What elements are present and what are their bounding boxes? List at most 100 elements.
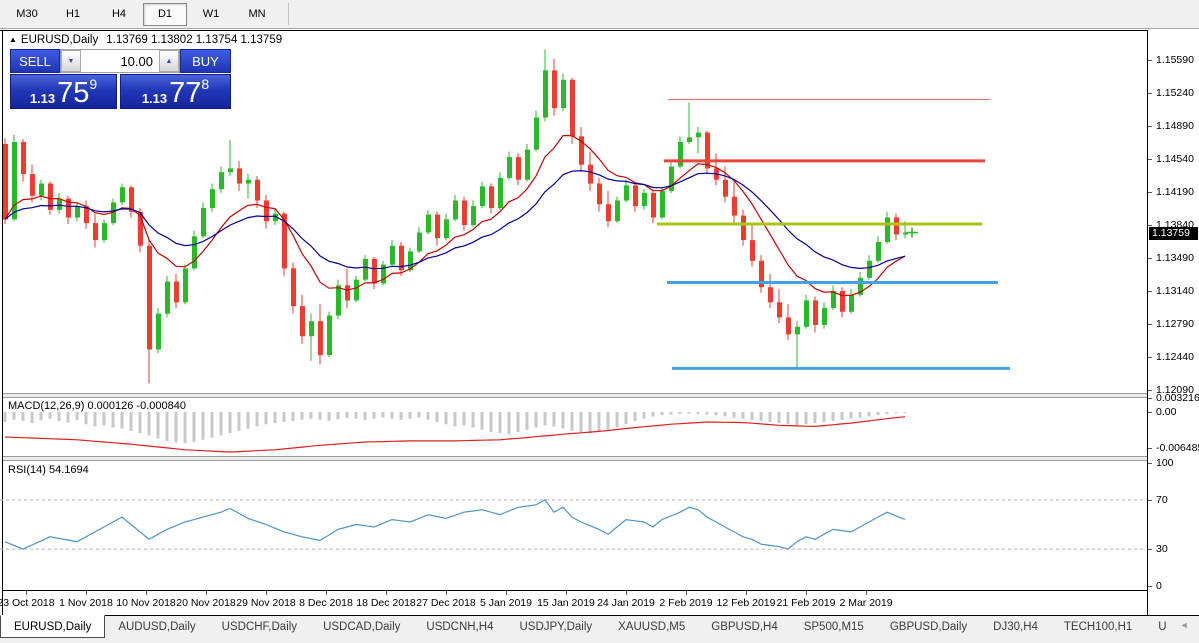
axis-tick-mark [1148,389,1152,391]
axis-tick-mark [1148,356,1152,358]
period-button-w1[interactable]: W1 [189,3,233,26]
period-button-mn[interactable]: MN [235,3,279,26]
axis-tick-mark [1148,258,1152,259]
axis-tick-mark [1148,586,1152,587]
volume-input[interactable] [81,50,159,72]
volume-decrease-icon[interactable]: ▼ [61,50,81,72]
date-axis-label: 21 Feb 2019 [776,597,836,609]
date-tick-mark [446,591,447,595]
chart-tab-sp500-m15[interactable]: SP500,M15 [791,616,877,638]
date-tick-mark [26,591,27,595]
period-button-h1[interactable]: H1 [51,3,95,26]
price-axis-label: 1.12440 [1156,350,1194,363]
date-tick-mark [86,591,87,595]
chart-tab-eurusd-daily[interactable]: EURUSD,Daily [0,615,106,638]
volume-increase-icon[interactable]: ▲ [159,50,179,72]
current-price-badge: 1.13759 [1149,226,1198,240]
date-axis-label: 1 Nov 2018 [59,597,113,609]
date-axis-label: 12 Feb 2019 [716,597,776,609]
macd-axis-label: 0.003216 [1156,391,1199,404]
buy-price-tile[interactable]: 1.13 77 8 [120,74,231,109]
date-tick-mark [506,591,507,595]
chart-tab-usdcnh-h4[interactable]: USDCNH,H4 [413,616,506,638]
chart-tab-u[interactable]: U [1145,616,1179,638]
chart-tab-xauusd-m5[interactable]: XAUUSD,M5 [605,616,698,638]
date-axis-label: 20 Nov 2018 [176,597,236,609]
axis-tick-mark [1148,159,1152,160]
axis-tick-mark [1148,499,1152,501]
rsi-indicator-label: RSI(14) 54.1694 [8,464,89,476]
period-button-group: M30 H1 H4 D1 W1 MN [5,2,281,26]
period-toolbar: M30 H1 H4 D1 W1 MN [0,0,1199,29]
price-axis-label: 1.12790 [1156,318,1194,330]
chart-tab-gbpusd-daily[interactable]: GBPUSD,Daily [877,616,980,638]
collapse-panel-icon[interactable]: ▲ [9,35,17,44]
date-axis-label: 24 Jan 2019 [597,597,655,609]
trading-terminal: M30 H1 H4 D1 W1 MN ▲ EURUSD,Daily 1.13769 1.138… [0,0,1199,643]
volume-stepper: ▼ ▲ [60,49,180,73]
axis-tick-mark [1148,93,1152,94]
buy-button[interactable]: BUY [180,49,231,73]
macd-axis-label: -0.006485 [1156,442,1199,455]
date-axis[interactable]: 23 Oct 2018 1 Nov 2018 10 Nov 2018 20 Nov 2… [0,591,1147,614]
axis-tick-mark [1148,60,1152,61]
rsi-axis-label: 0 [1156,580,1162,592]
chart-symbol-label: EURUSD,Daily [20,34,99,46]
date-tick-mark [746,591,747,595]
rsi-axis-label: 30 [1156,543,1168,556]
chart-tab-bar: EURUSD,Daily AUDUSD,Daily USDCHF,Daily USDC… [0,615,1199,643]
date-axis-label: 2 Feb 2019 [659,597,713,609]
price-axis-label: 1.14540 [1156,153,1194,165]
date-tick-mark [146,591,147,595]
price-axis-label: 1.14190 [1156,186,1194,198]
period-button-d1[interactable]: D1 [143,2,187,26]
price-axis-label: 1.13490 [1156,252,1194,264]
axis-tick-mark [1148,397,1152,399]
axis-tick-mark [1148,448,1152,450]
date-tick-mark [206,591,207,595]
price-axis-label: 1.13140 [1156,284,1194,297]
chart-tab-usdcad-daily[interactable]: USDCAD,Daily [310,616,413,638]
macd-axis-label: 0.00 [1156,406,1177,418]
rsi-axis-label: 70 [1156,493,1168,506]
axis-tick-mark [1148,126,1152,127]
tab-scroll-arrows: ◄► [1180,616,1199,630]
trade-price-tiles: 1.13 75 9 1.13 77 8 [10,74,231,109]
macd-indicator-label: MACD(12,26,9) 0.000126 -0.000840 [8,400,186,412]
axis-tick-mark [1148,192,1152,193]
chart-tab-tech100-h1[interactable]: TECH100,H1 [1051,616,1145,638]
buy-price-prefix: 1.13 [141,91,168,106]
chart-tab-usdjpy-daily[interactable]: USDJPY,Daily [506,616,605,638]
sell-price-big: 75 [57,77,90,109]
axis-tick-mark [1148,463,1152,464]
axis-tick-mark [1148,412,1152,413]
tab-scroll-left-icon[interactable]: ◄ [1180,620,1189,630]
period-button-m30[interactable]: M30 [5,3,49,26]
date-axis-label: 15 Jan 2019 [537,597,595,609]
date-axis-label: 5 Jan 2019 [480,597,532,609]
rsi-panel-canvas[interactable] [0,461,1147,590]
date-tick-mark [806,591,807,595]
date-axis-label: 27 Dec 2018 [416,597,476,609]
date-tick-mark [266,591,267,595]
one-click-trading-panel: SELL ▼ ▲ BUY 1.13759 1.13778 [10,49,231,109]
date-axis-label: 10 Nov 2018 [116,597,176,609]
date-axis-label: 18 Dec 2018 [356,597,416,609]
chart-tab-usdchf-daily[interactable]: USDCHF,Daily [209,616,310,638]
sell-button[interactable]: SELL [10,49,60,73]
date-tick-mark [866,591,867,595]
date-tick-mark [626,591,627,595]
price-axis-label: 1.15240 [1156,87,1194,99]
price-axis[interactable]: 1.15590 1.15240 1.14890 1.14540 1.14190 1.138… [1148,30,1199,615]
chart-tab-dj30-h4[interactable]: DJ30,H4 [980,616,1051,638]
chart-ohlc-values: 1.13769 1.13802 1.13754 1.13759 [106,34,283,46]
period-button-h4[interactable]: H4 [97,3,141,26]
chart-tab-audusd-daily[interactable]: AUDUSD,Daily [105,616,208,638]
date-axis-label: 29 Nov 2018 [236,597,296,609]
axis-tick-mark [1148,549,1152,551]
rsi-axis-label: 100 [1156,457,1174,469]
sell-price-sup: 9 [89,76,98,92]
sell-price-tile[interactable]: 1.13 75 9 [10,74,117,109]
chart-tab-gbpusd-h4[interactable]: GBPUSD,H4 [698,616,790,638]
trade-controls-row: SELL ▼ ▲ BUY [10,49,231,73]
